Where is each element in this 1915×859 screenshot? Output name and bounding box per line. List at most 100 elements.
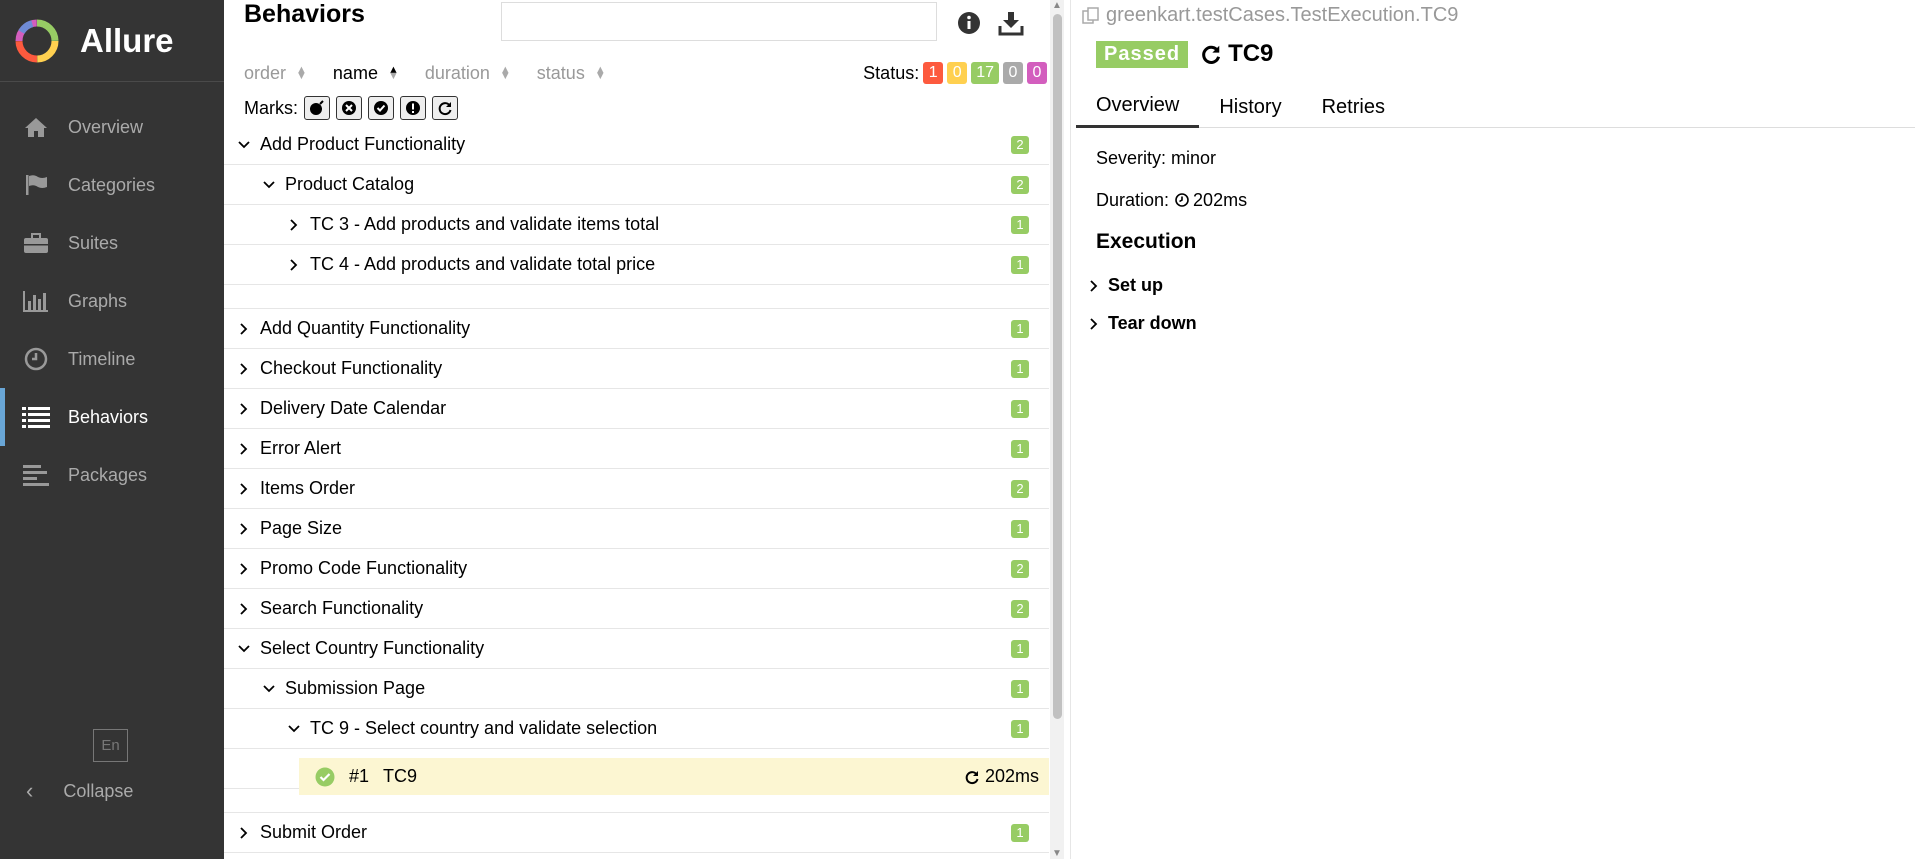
tree-group[interactable]: Submission Page 1 [224,669,1049,709]
status-broken-badge[interactable]: 0 [947,62,968,84]
tree-group-label: Promo Code Functionality [260,558,468,578]
sort-duration[interactable]: duration ▲ ▼ [425,63,511,84]
count-badge: 2 [1011,480,1029,498]
tree-group[interactable]: Search Functionality 2 [224,589,1049,629]
scroll-down-icon[interactable]: ▼ [1052,848,1062,859]
test-duration-group: 202ms [964,766,1039,787]
briefcase-icon [22,231,50,255]
tree-group[interactable]: Page Size 1 [224,509,1049,549]
flaky-mark-icon[interactable] [304,96,330,120]
collapse-button[interactable]: ‹ Collapse [26,778,133,804]
tree-group[interactable]: Submit Order 1 [224,813,1049,853]
tree-group[interactable]: Checkout Functionality 1 [224,349,1049,389]
sidebar-item-packages[interactable]: Packages [0,446,224,504]
page-title: Behaviors [244,0,365,28]
status-badge: Passed [1096,40,1189,68]
tree-group[interactable]: Delivery Date Calendar 1 [224,389,1049,429]
sidebar-item-label: Timeline [68,348,136,369]
status-label: Status: [863,62,920,83]
count-badge: 1 [1011,440,1029,458]
new-failed-mark-icon[interactable] [336,96,362,120]
status-unknown-badge[interactable]: 0 [1027,62,1047,84]
copy-icon[interactable] [1082,6,1100,25]
step-setup[interactable]: Set up [1090,275,1163,296]
sort-status[interactable]: status ▲ ▼ [537,63,606,84]
tree-group[interactable]: Product Catalog 2 [224,165,1049,205]
sidebar-item-graphs[interactable]: Graphs [0,272,224,330]
sort-arrows-icon: ▲ ▼ [387,64,399,82]
tree-group-label: TC 9 - Select country and validate selec… [310,718,658,738]
tab-overview[interactable]: Overview [1076,86,1200,128]
chevron-down-icon [261,684,277,693]
tree-group[interactable]: TC 3 - Add products and validate items t… [224,205,1049,245]
search-input[interactable] [501,2,937,41]
tab-retries[interactable]: Retries [1302,86,1405,128]
download-icon[interactable] [998,10,1024,36]
chevron-down-icon [261,180,277,189]
count-badge: 1 [1011,216,1029,234]
step-label: Set up [1108,275,1164,295]
tree-scrollbar[interactable]: ▲ ▼ [1050,0,1064,859]
sidebar-item-timeline[interactable]: Timeline [0,330,224,388]
sidebar-item-categories[interactable]: Categories [0,156,224,214]
sidebar: Allure Overview Categories Suites Graphs [0,0,224,859]
sidebar-item-behaviors[interactable]: Behaviors [0,388,224,446]
chevron-right-icon [236,602,252,615]
test-title: TC9 [1200,40,1273,68]
test-path: greenkart.testCases.TestExecution.TC9 [1082,4,1458,27]
tree-group[interactable]: Select Country Functionality 1 [224,629,1049,669]
new-broken-mark-icon[interactable] [400,96,426,120]
tree-group[interactable]: TC 9 - Select country and validate selec… [224,709,1049,749]
new-passed-mark-icon[interactable] [368,96,394,120]
test-path-text: greenkart.testCases.TestExecution.TC9 [1106,4,1459,26]
count-badge: 1 [1011,520,1029,538]
scrollbar-thumb[interactable] [1053,14,1062,719]
test-info: Severity: minor Duration: 202ms [1096,148,1247,232]
status-skipped-badge[interactable]: 0 [1003,62,1023,84]
chevron-right-icon [236,522,252,535]
test-detail-pane: greenkart.testCases.TestExecution.TC9 Pa… [1076,0,1915,859]
test-name: TC9 [383,766,418,786]
chevron-right-icon [1090,279,1098,292]
step-teardown[interactable]: Tear down [1090,313,1197,334]
count-badge: 1 [1011,720,1029,738]
sort-label: name [332,62,378,83]
sidebar-item-suites[interactable]: Suites [0,214,224,272]
sort-arrows-icon: ▲ ▼ [594,64,606,82]
sidebar-item-label: Graphs [68,290,128,311]
test-duration: 202ms [984,766,1039,786]
test-case-row-selected[interactable]: #1 TC9 202ms [299,758,1049,795]
status-failed-badge[interactable]: 1 [923,62,944,84]
sort-order[interactable]: order ▲ ▼ [244,63,307,84]
duration: Duration: 202ms [1096,190,1247,232]
brand-name: Allure [80,21,174,59]
tree-group-label: Page Size [260,518,343,538]
tree-group-label: Submission Page [285,678,426,698]
tree-group[interactable]: Promo Code Functionality 2 [224,549,1049,589]
tree-group[interactable]: TC 4 - Add products and validate total p… [224,245,1049,285]
language-switch[interactable]: En [93,729,128,762]
status-passed-badge[interactable]: 17 [971,62,999,84]
chevron-right-icon [236,442,252,455]
tree-group[interactable]: Add Product Functionality 2 [224,125,1049,165]
sidebar-item-overview[interactable]: Overview [0,98,224,156]
tree-group[interactable]: Error Alert 1 [224,429,1049,469]
scroll-up-icon[interactable]: ▲ [1052,0,1062,11]
behaviors-pane: Behaviors order ▲ ▼ name ▲ ▼ duration ▲ ▼ s… [224,0,1067,859]
chevron-right-icon [236,402,252,415]
test-title-row: Passed TC9 [1096,40,1273,68]
bar-chart-icon [22,289,50,313]
duration-value: 202ms [1193,190,1248,210]
chevron-right-icon [1090,317,1098,330]
tree-group[interactable]: Items Order 2 [224,469,1049,509]
test-order: #1 [349,766,370,786]
tree-group[interactable]: Add Quantity Functionality 1 [224,309,1049,349]
brand[interactable]: Allure [0,0,224,82]
retries-mark-icon[interactable] [432,96,458,120]
info-icon[interactable] [956,10,982,36]
list-icon [22,405,50,429]
sort-name[interactable]: name ▲ ▼ [333,63,399,84]
tab-history[interactable]: History [1199,86,1301,128]
chevron-right-icon [286,258,302,271]
count-badge: 1 [1011,256,1029,274]
